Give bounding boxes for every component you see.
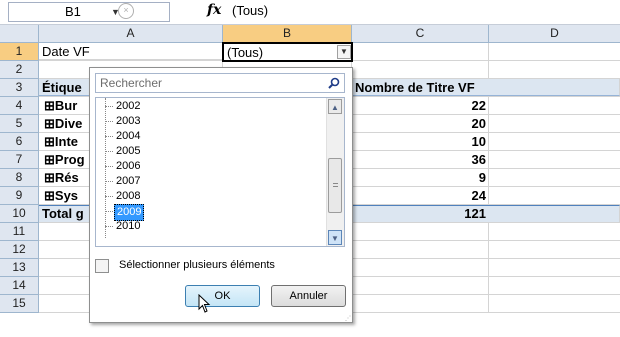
name-box[interactable]: B1 ▼ xyxy=(8,2,170,22)
cell-c5[interactable]: 20 xyxy=(352,115,489,132)
column-header-b[interactable]: B xyxy=(223,25,352,43)
row-header-7[interactable]: 7 xyxy=(0,151,39,169)
row-header-1[interactable]: 1 xyxy=(0,43,39,61)
grip-icon xyxy=(333,183,338,187)
cell-a4[interactable]: ⊞Bur xyxy=(41,97,91,114)
filter-popup: Rechercher 2002 2003 2004 2005 2006 2007… xyxy=(89,67,353,323)
fx-label: fx xyxy=(207,2,222,18)
list-item[interactable]: 2003 xyxy=(114,114,142,129)
row-header-4[interactable]: 4 xyxy=(0,97,39,115)
list-item[interactable]: 2007 xyxy=(114,174,142,189)
scroll-down-icon[interactable]: ▼ xyxy=(328,230,342,245)
cancel-button[interactable]: Annuler xyxy=(271,285,346,307)
filter-list[interactable]: 2002 2003 2004 2005 2006 2007 2008 2009 … xyxy=(95,97,345,247)
row-header-10[interactable]: 10 xyxy=(0,205,39,223)
tree-branch xyxy=(105,181,113,182)
cell-c9[interactable]: 24 xyxy=(352,187,489,204)
list-item[interactable]: 2008 xyxy=(114,189,142,204)
row-header-15[interactable]: 15 xyxy=(0,295,39,313)
list-item[interactable]: 2006 xyxy=(114,159,142,174)
tree-branch xyxy=(105,166,113,167)
row-header-8[interactable]: 8 xyxy=(0,169,39,187)
tree-branch xyxy=(105,196,113,197)
list-item[interactable]: 2002 xyxy=(114,99,142,114)
search-placeholder: Rechercher xyxy=(100,76,163,90)
row-header-9[interactable]: 9 xyxy=(0,187,39,205)
row-header-2[interactable]: 2 xyxy=(0,61,39,79)
list-item[interactable]: 2010 xyxy=(114,219,142,234)
search-icon[interactable] xyxy=(327,76,341,90)
list-item[interactable]: 2005 xyxy=(114,144,142,159)
tree-branch xyxy=(105,211,113,212)
tree-branch xyxy=(105,121,113,122)
row-header-6[interactable]: 6 xyxy=(0,133,39,151)
cell-c8[interactable]: 9 xyxy=(352,169,489,186)
row-header-12[interactable]: 12 xyxy=(0,241,39,259)
row-header-3[interactable]: 3 xyxy=(0,79,39,97)
formula-input[interactable]: (Tous) xyxy=(232,3,268,18)
cell-a9[interactable]: ⊞Sys xyxy=(41,187,91,204)
cell-c3[interactable]: Nombre de Titre VF xyxy=(352,79,488,96)
cell-a5[interactable]: ⊞Dive xyxy=(41,115,91,132)
scroll-up-icon[interactable]: ▲ xyxy=(328,99,342,114)
tree-branch xyxy=(105,136,113,137)
tree-branch xyxy=(105,151,113,152)
cell-b1[interactable]: (Tous) ▼ xyxy=(222,42,353,62)
column-header-a[interactable]: A xyxy=(39,25,223,43)
row-header-11[interactable]: 11 xyxy=(0,223,39,241)
mouse-cursor-icon xyxy=(198,294,211,313)
formula-bar: B1 ▼ × fx (Tous) xyxy=(0,0,620,25)
column-header-c[interactable]: C xyxy=(352,25,489,43)
tree-line xyxy=(105,98,107,238)
cancel-icon[interactable]: × xyxy=(118,3,134,19)
row-header-13[interactable]: 13 xyxy=(0,259,39,277)
cell-c7[interactable]: 36 xyxy=(352,151,489,168)
cell-a8[interactable]: ⊞Rés xyxy=(41,169,91,186)
select-all-corner[interactable] xyxy=(0,25,39,43)
multi-select-label: Sélectionner plusieurs éléments xyxy=(119,259,275,271)
name-box-value: B1 xyxy=(65,4,81,19)
cell-b1-value: (Tous) xyxy=(227,45,264,60)
tree-branch xyxy=(105,106,113,107)
multi-select-checkbox[interactable] xyxy=(95,259,109,273)
row-header-14[interactable]: 14 xyxy=(0,277,39,295)
cell-a6[interactable]: ⊞Inte xyxy=(41,133,91,150)
tree-branch xyxy=(105,226,113,227)
row-header-5[interactable]: 5 xyxy=(0,115,39,133)
resize-grip-icon[interactable]: ⋰ xyxy=(345,315,351,322)
list-item[interactable]: 2004 xyxy=(114,129,142,144)
insert-function-button[interactable]: fx xyxy=(207,2,221,18)
filter-dropdown-button[interactable]: ▼ xyxy=(337,45,351,59)
ok-button[interactable]: OK xyxy=(185,285,260,307)
cell-a7[interactable]: ⊞Prog xyxy=(41,151,91,168)
scrollbar[interactable]: ▲ ▼ xyxy=(326,98,344,246)
search-input[interactable]: Rechercher xyxy=(95,73,345,93)
column-header-d[interactable]: D xyxy=(489,25,620,43)
cell-c6[interactable]: 10 xyxy=(352,133,489,150)
cell-c4[interactable]: 22 xyxy=(352,97,489,114)
cell-a1[interactable]: Date VF xyxy=(39,43,223,60)
scrollbar-thumb[interactable] xyxy=(328,158,342,213)
cell-c10[interactable]: 121 xyxy=(352,205,489,222)
